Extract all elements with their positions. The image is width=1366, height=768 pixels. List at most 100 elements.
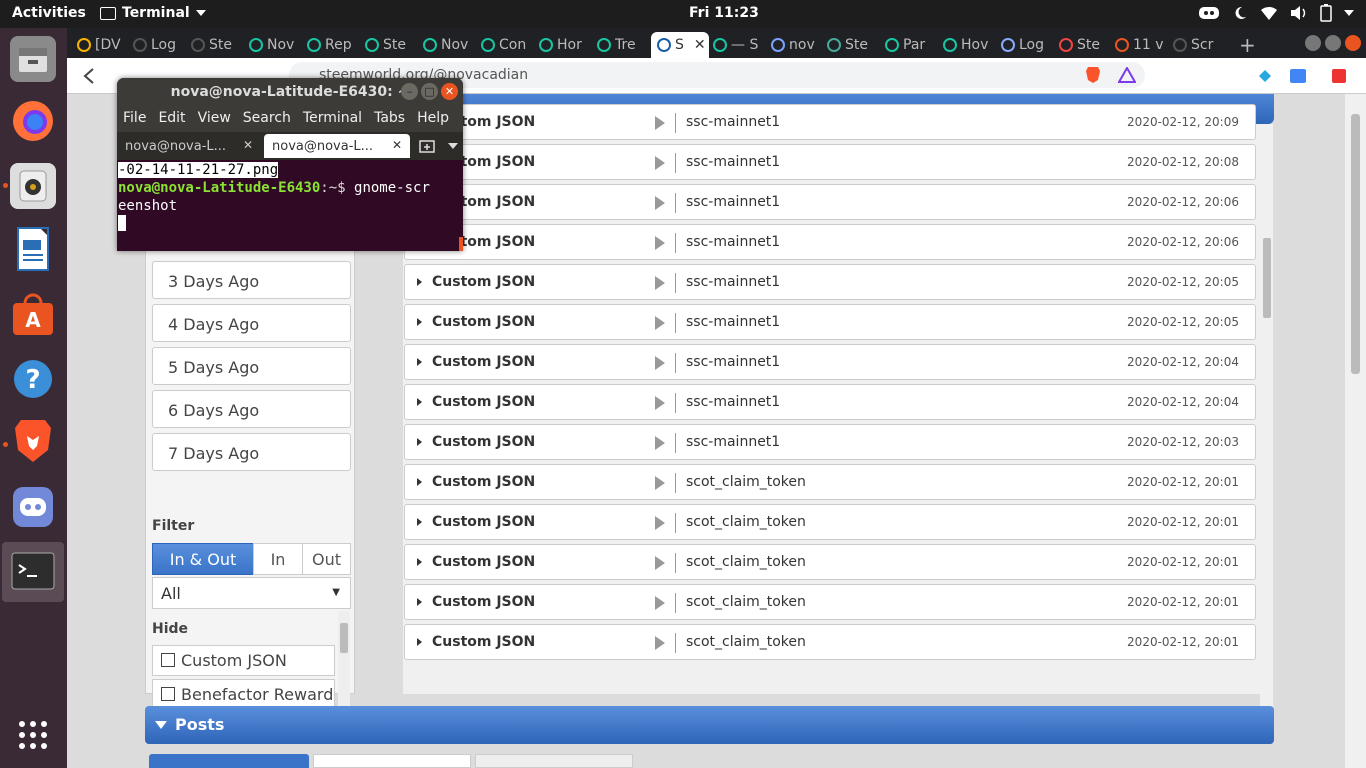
browser-tab[interactable]: Hov [943,32,999,58]
menu-search[interactable]: Search [243,110,291,132]
menu-tabs[interactable]: Tabs [374,110,405,132]
close-tab-icon[interactable]: ✕ [694,37,706,53]
discord-tray-icon[interactable] [1198,5,1220,21]
browser-tab[interactable]: Scr [1173,32,1229,58]
maximize-icon[interactable]: □ [421,83,438,100]
extension-icon[interactable] [1257,68,1273,84]
table-row[interactable]: Custom JSON scot_claim_token 2020-02-12, 2… [404,624,1256,660]
close-icon[interactable]: ✕ [441,83,458,100]
browser-tab[interactable]: Par [885,32,941,58]
wifi-icon[interactable] [1260,5,1278,21]
activities-button[interactable]: Activities [12,5,86,21]
filter-out-button[interactable]: Out [302,543,351,575]
brave-icon[interactable] [10,418,56,464]
system-tray[interactable] [1198,4,1354,22]
new-tab-icon[interactable]: + [1239,32,1255,58]
posts-tab[interactable] [313,754,471,768]
clock[interactable]: Fri 11:23 [689,5,759,21]
menu-file[interactable]: File [123,110,146,132]
posts-section-header[interactable]: Posts [145,706,1274,744]
browser-tab[interactable]: Con [481,32,539,58]
table-row[interactable]: Custom JSON ssc-mainnet1 2020-02-12, 20:04 [404,344,1256,380]
table-row[interactable]: Custom JSON ssc-mainnet1 2020-02-12, 20:04 [404,384,1256,420]
table-row[interactable]: Custom JSON ssc-mainnet1 2020-02-12, 20:08 [404,144,1256,180]
page-scrollbar[interactable] [1345,94,1366,768]
day-filter-4[interactable]: 4 Days Ago [152,304,351,342]
menu-help[interactable]: Help [417,110,449,132]
checkbox[interactable] [161,687,175,701]
back-icon[interactable] [83,68,95,84]
table-row[interactable]: Custom JSON scot_claim_token 2020-02-12, 2… [404,464,1256,500]
close-window-icon[interactable] [1345,35,1361,51]
help-icon[interactable]: ? [10,356,56,402]
browser-tab[interactable]: Log [133,32,191,58]
menu-terminal[interactable]: Terminal [303,110,362,132]
checkbox[interactable] [161,653,175,667]
operations-scrollbar[interactable] [1260,158,1273,724]
libreoffice-writer-icon[interactable] [10,226,56,272]
close-tab-icon[interactable]: ✕ [243,138,253,152]
posts-tab-active[interactable] [149,754,309,768]
browser-tab-active[interactable]: S ✕ [651,32,709,58]
filter-in-button[interactable]: In [253,543,303,575]
adblock-extension-icon[interactable] [1331,68,1347,84]
day-filter-7[interactable]: 7 Days Ago [152,433,351,471]
terminal-tab[interactable]: nova@nova-L... ✕ [117,134,261,158]
browser-tab[interactable]: Log [1001,32,1057,58]
browser-tab[interactable]: Tre [597,32,651,58]
operation-type-select[interactable]: All ▼ [152,577,351,609]
minimize-icon[interactable]: – [401,83,418,100]
show-applications-icon[interactable] [10,712,56,758]
table-row[interactable]: Custom JSON scot_claim_token 2020-02-12, 2… [404,504,1256,540]
table-row[interactable]: Custom JSON scot_claim_token 2020-02-12, 2… [404,544,1256,580]
browser-tab[interactable]: Ste [1059,32,1113,58]
hide-custom-json-option[interactable]: Custom JSON [152,645,335,676]
filter-in-out-button[interactable]: In & Out [152,543,254,575]
rhythmbox-icon[interactable] [10,163,56,209]
system-menu-chevron-icon[interactable] [1344,10,1354,16]
table-row[interactable]: Custom JSON ssc-mainnet1 2020-02-12, 20:06 [404,224,1256,260]
day-filter-5[interactable]: 5 Days Ago [152,347,351,385]
terminal-dock-icon[interactable] [10,548,56,594]
table-row[interactable]: Custom JSON ssc-mainnet1 2020-02-12, 20:05 [404,264,1256,300]
day-filter-6[interactable]: 6 Days Ago [152,390,351,428]
menu-view[interactable]: View [198,110,231,132]
new-terminal-tab-icon[interactable] [419,138,435,154]
posts-tab[interactable] [475,754,633,768]
translate-extension-icon[interactable] [1289,68,1307,84]
discord-icon[interactable] [10,484,56,530]
browser-tab[interactable]: Nov [249,32,307,58]
browser-tab[interactable]: [DV [77,32,133,58]
browser-tab[interactable]: Nov [423,32,481,58]
browser-tab[interactable]: Ste [191,32,249,58]
close-tab-icon[interactable]: ✕ [392,138,402,152]
brave-shields-icon[interactable] [1085,66,1101,84]
terminal-output[interactable]: -02-14-11-21-27.png nova@nova-Latitude-E… [117,160,463,251]
menu-edit[interactable]: Edit [158,110,185,132]
table-row[interactable]: Custom JSON scot_claim_token 2020-02-12, 2… [404,584,1256,620]
table-row[interactable]: Custom JSON ssc-mainnet1 2020-02-12, 20:09 [404,104,1256,140]
terminal-window[interactable]: nova@nova-Latitude-E6430: ~ – □ ✕ File E… [117,78,463,251]
brave-rewards-icon[interactable] [1118,67,1136,83]
browser-tab[interactable]: Ste [827,32,883,58]
day-filter-3[interactable]: 3 Days Ago [152,261,351,299]
table-row[interactable]: Custom JSON ssc-mainnet1 2020-02-12, 20:03 [404,424,1256,460]
resize-grip[interactable] [459,237,463,251]
browser-tab[interactable]: 11 v [1115,32,1171,58]
terminal-tab-active[interactable]: nova@nova-L... ✕ [264,134,410,158]
battery-icon[interactable] [1320,4,1332,22]
software-center-icon[interactable]: A [10,292,56,338]
table-row[interactable]: Custom JSON ssc-mainnet1 2020-02-12, 20:05 [404,304,1256,340]
tab-list-chevron-icon[interactable] [448,143,458,149]
browser-tab[interactable]: Ste [365,32,423,58]
maximize-window-icon[interactable] [1325,35,1341,51]
sidebar-scrollbar[interactable] [338,611,350,711]
browser-tab[interactable]: Rep [307,32,365,58]
files-icon[interactable] [10,36,56,82]
browser-tab[interactable]: nov [771,32,823,58]
table-row[interactable]: Custom JSON ssc-mainnet1 2020-02-12, 20:06 [404,184,1256,220]
app-menu[interactable]: Terminal [100,5,206,21]
minimize-window-icon[interactable] [1305,35,1321,51]
browser-tab[interactable]: Hor [539,32,597,58]
volume-icon[interactable] [1290,5,1308,21]
